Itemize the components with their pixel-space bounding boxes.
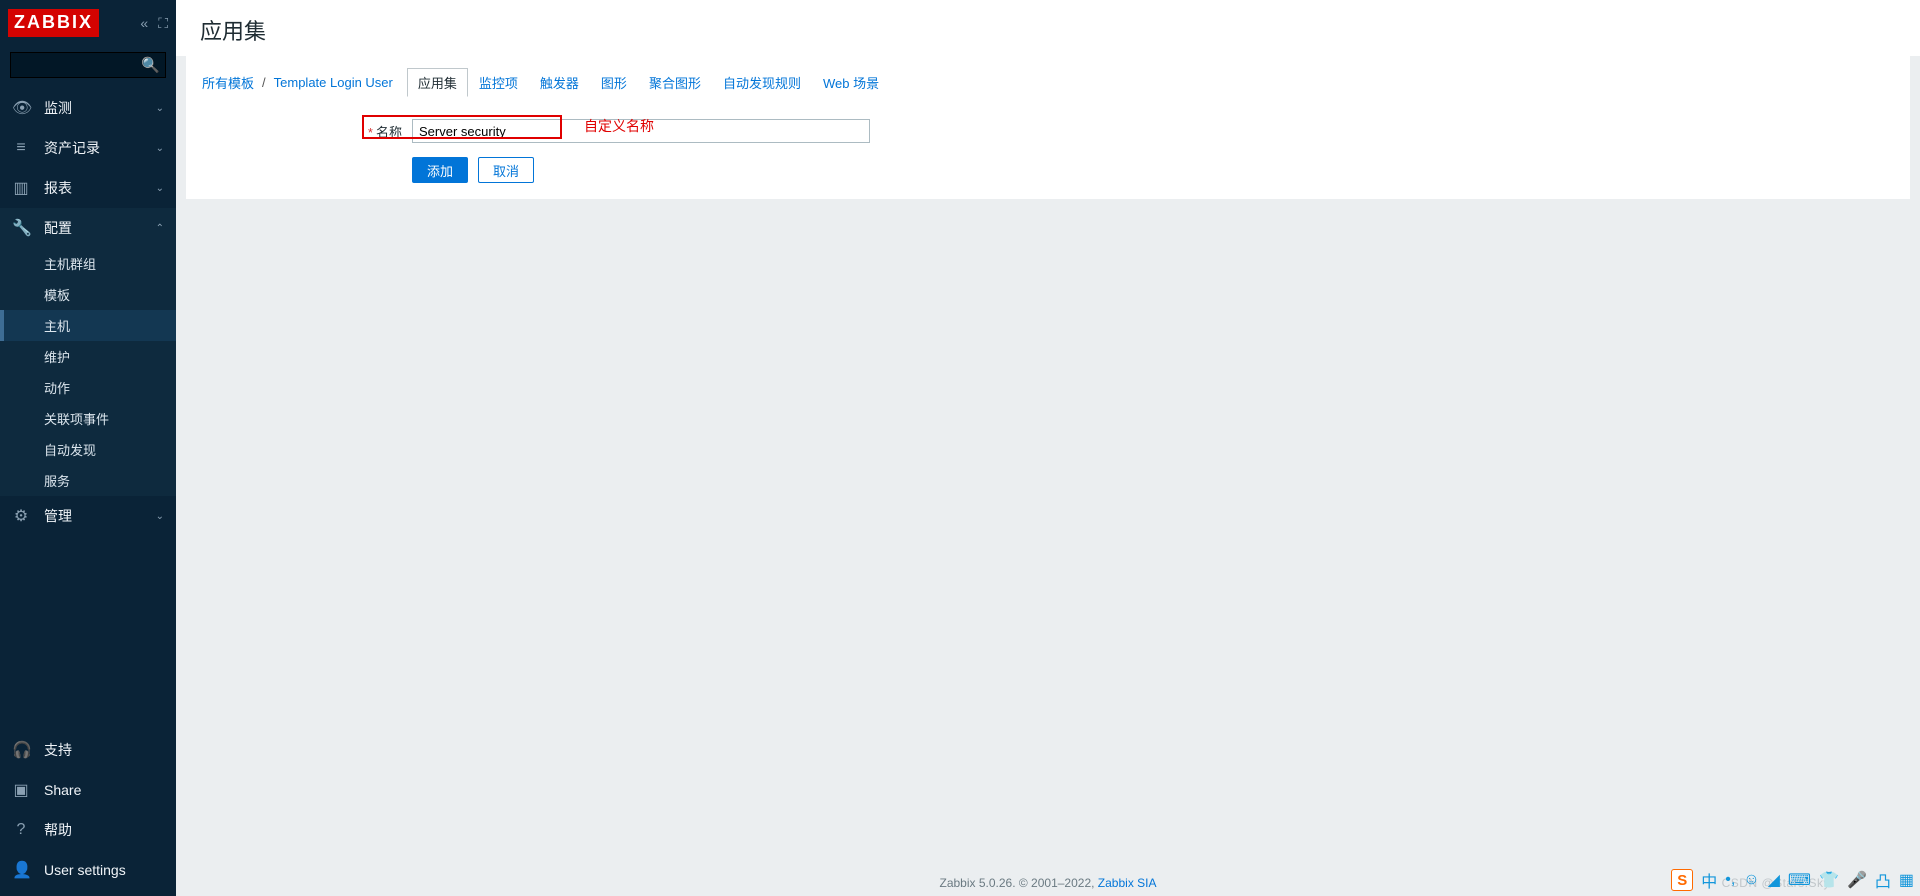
sogou-ime-icon[interactable]: S	[1671, 869, 1693, 891]
subnav-label: 主机	[44, 316, 70, 335]
footer: Zabbix 5.0.26. © 2001–2022, Zabbix SIA	[176, 876, 1920, 890]
eye-icon: 👁	[12, 98, 30, 118]
user-icon: 👤	[12, 860, 30, 880]
fullscreen-icon[interactable]: ⛶	[158, 15, 168, 32]
search-box: 🔍	[10, 52, 166, 78]
subnav-label: 主机群组	[44, 254, 96, 273]
nav-label: 支持	[44, 740, 72, 760]
subnav-label: 模板	[44, 285, 70, 304]
nav-monitoring[interactable]: 👁 监测 ⌄	[0, 88, 176, 128]
tab-items[interactable]: 监控项	[468, 68, 529, 97]
chevron-down-icon: ⌄	[156, 511, 164, 522]
nav-label: 管理	[44, 506, 72, 526]
chevron-up-icon: ⌃	[156, 223, 164, 234]
tab-discovery-rules[interactable]: 自动发现规则	[712, 68, 812, 97]
tab-screens[interactable]: 聚合图形	[638, 68, 712, 97]
main: 应用集 所有模板 / Template Login User 应用集 监控项 触…	[176, 0, 1920, 896]
nav-inventory[interactable]: ≡ 资产记录 ⌄	[0, 128, 176, 168]
subnav-host-groups[interactable]: 主机群组	[0, 248, 176, 279]
footer-link[interactable]: Zabbix SIA	[1098, 876, 1157, 890]
share-icon: ▣	[12, 780, 30, 800]
page-title: 应用集	[200, 14, 1896, 46]
breadcrumb-and-tabs: 所有模板 / Template Login User 应用集 监控项 触发器 图…	[186, 56, 1910, 109]
nav-label: Share	[44, 782, 81, 798]
form-area: *名称 自定义名称 添加 取消	[186, 109, 1910, 199]
subnav-label: 关联项事件	[44, 409, 109, 428]
list-icon: ≡	[12, 139, 30, 157]
page-header: 应用集	[176, 0, 1920, 56]
name-label-wrap: *名称	[202, 122, 412, 141]
ime-voice-icon[interactable]: 🎤	[1847, 870, 1867, 890]
tab-graphs[interactable]: 图形	[590, 68, 638, 97]
nav-share[interactable]: ▣ Share	[0, 770, 176, 810]
subnav-discovery[interactable]: 自动发现	[0, 434, 176, 465]
content-card: 所有模板 / Template Login User 应用集 监控项 触发器 图…	[186, 56, 1910, 199]
chevron-down-icon: ⌄	[156, 183, 164, 194]
nav-label: User settings	[44, 862, 126, 878]
subnav-hosts[interactable]: 主机	[0, 310, 176, 341]
nav-support[interactable]: 🎧 支持	[0, 730, 176, 770]
ime-lang-icon[interactable]: 中	[1701, 868, 1717, 892]
subnav-label: 动作	[44, 378, 70, 397]
nav-label: 资产记录	[44, 138, 100, 158]
annotation-text: 自定义名称	[584, 116, 654, 136]
nav-label: 配置	[44, 218, 72, 238]
ime-punct-icon[interactable]: •,	[1725, 871, 1735, 889]
tab-applications[interactable]: 应用集	[407, 68, 468, 97]
breadcrumb-separator: /	[262, 75, 266, 90]
subnav-label: 维护	[44, 347, 70, 366]
nav-label: 帮助	[44, 820, 72, 840]
footer-text: Zabbix 5.0.26. © 2001–2022,	[940, 876, 1098, 890]
form-row-name: *名称	[202, 119, 1894, 143]
tabset: 应用集 监控项 触发器 图形 聚合图形 自动发现规则 Web 场景	[407, 68, 890, 97]
ime-toolbox-icon[interactable]: ▦	[1899, 870, 1914, 890]
tab-triggers[interactable]: 触发器	[529, 68, 590, 97]
chevron-down-icon: ⌄	[156, 103, 164, 114]
chevron-down-icon: ⌄	[156, 143, 164, 154]
cancel-button[interactable]: 取消	[478, 157, 534, 183]
ime-keyboard-icon[interactable]: ⌨	[1788, 870, 1811, 890]
add-button[interactable]: 添加	[412, 157, 468, 183]
chart-icon: ▥	[12, 178, 30, 198]
nav-user-settings[interactable]: 👤 User settings	[0, 850, 176, 890]
help-icon: ?	[12, 821, 30, 839]
ime-eraser-icon[interactable]: ◢	[1768, 870, 1780, 890]
gear-icon: ⚙	[12, 506, 30, 526]
name-label: 名称	[376, 125, 402, 140]
subnav-label: 自动发现	[44, 440, 96, 459]
ime-settings-icon[interactable]: 凸	[1875, 868, 1891, 892]
wrench-icon: 🔧	[12, 218, 30, 238]
nav-configuration[interactable]: 🔧 配置 ⌃	[0, 208, 176, 248]
nav-administration[interactable]: ⚙ 管理 ⌄	[0, 496, 176, 536]
search-icon[interactable]: 🔍	[141, 56, 160, 74]
subnav-templates[interactable]: 模板	[0, 279, 176, 310]
ime-emoji-icon[interactable]: ☺	[1743, 871, 1759, 889]
subnav-label: 服务	[44, 471, 70, 490]
sidebar: ZABBIX « ⛶ 🔍 👁 监测 ⌄ ≡ 资产记录 ⌄ ▥ 报表 ⌄ 🔧 配置…	[0, 0, 176, 896]
nav-label: 监测	[44, 98, 72, 118]
headset-icon: 🎧	[12, 740, 30, 760]
ime-skin-icon[interactable]: 👕	[1819, 870, 1839, 890]
nav-reports[interactable]: ▥ 报表 ⌄	[0, 168, 176, 208]
required-asterisk: *	[368, 125, 373, 140]
nav-help[interactable]: ? 帮助	[0, 810, 176, 850]
logo[interactable]: ZABBIX	[8, 9, 99, 37]
nav-label: 报表	[44, 178, 72, 198]
breadcrumb-template[interactable]: Template Login User	[274, 75, 393, 90]
ime-tray: S 中 •, ☺ ◢ ⌨ 👕 🎤 凸 ▦	[1671, 868, 1914, 892]
tab-web-scenarios[interactable]: Web 场景	[812, 68, 890, 97]
collapse-icon[interactable]: «	[140, 15, 148, 32]
breadcrumb-all-templates[interactable]: 所有模板	[202, 73, 254, 92]
subnav-actions[interactable]: 动作	[0, 372, 176, 403]
subnav-event-correlation[interactable]: 关联项事件	[0, 403, 176, 434]
form-buttons: 添加 取消	[412, 157, 1894, 183]
sidebar-header: ZABBIX « ⛶	[0, 0, 176, 46]
subnav-services[interactable]: 服务	[0, 465, 176, 496]
subnav-maintenance[interactable]: 维护	[0, 341, 176, 372]
